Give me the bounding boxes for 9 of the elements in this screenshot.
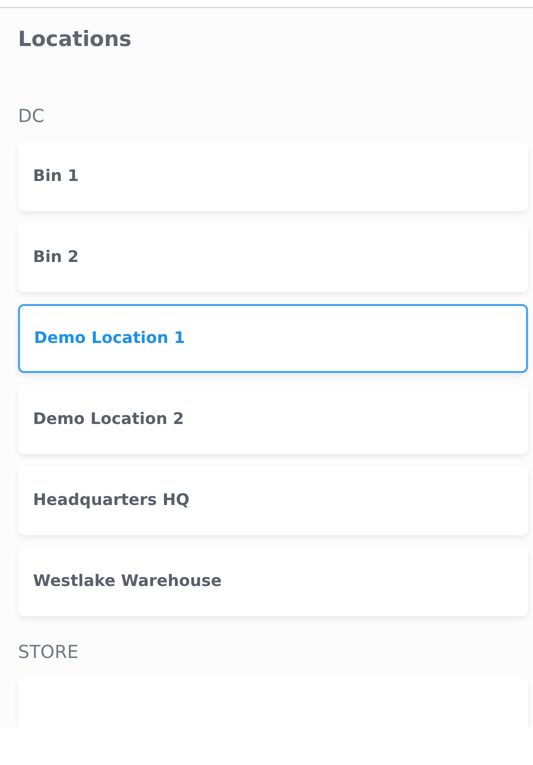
location-item[interactable]: Bin 2 bbox=[18, 222, 528, 292]
page-title: Locations bbox=[18, 26, 133, 53]
location-item[interactable]: Demo Location 1 bbox=[18, 304, 528, 373]
location-item[interactable]: Headquarters HQ bbox=[18, 466, 528, 535]
group-heading: DC bbox=[18, 106, 46, 128]
location-item[interactable]: Bin 1 bbox=[18, 142, 528, 211]
location-item[interactable]: Demo Location 2 bbox=[18, 384, 528, 454]
group-heading: STORE bbox=[18, 642, 80, 664]
location-item[interactable]: Westlake Warehouse bbox=[18, 546, 528, 616]
